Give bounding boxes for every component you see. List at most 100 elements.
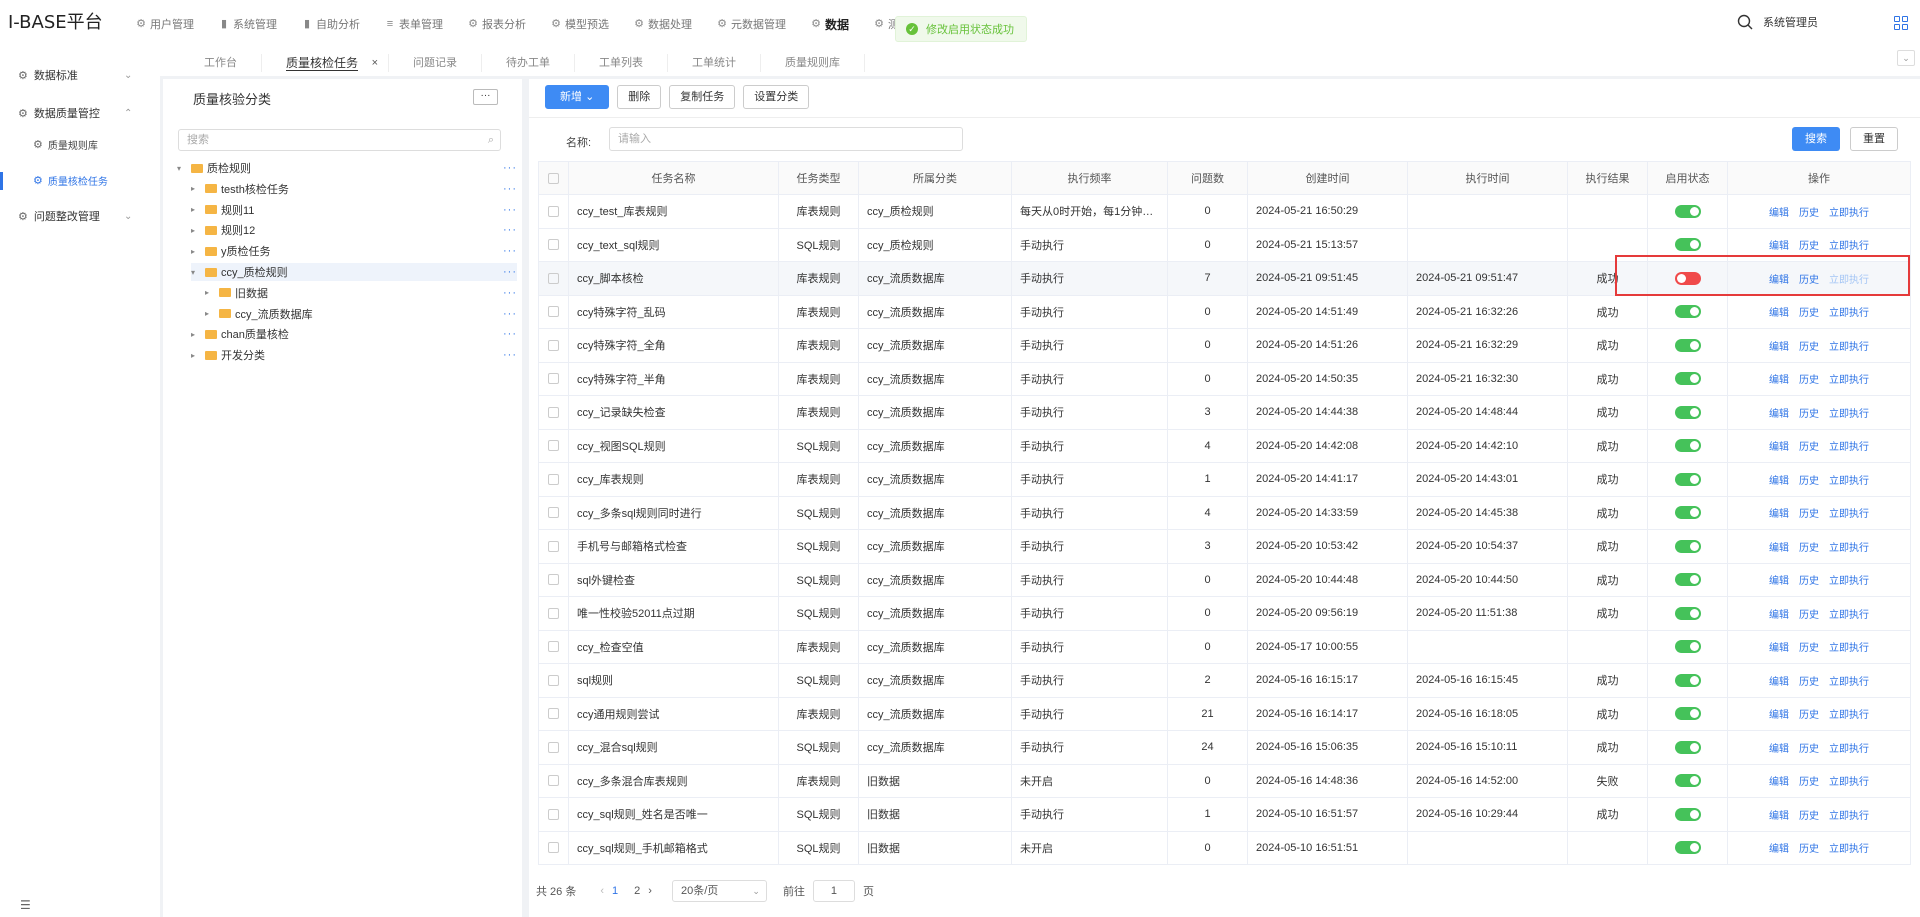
history-link[interactable]: 历史 <box>1799 643 1819 654</box>
enable-toggle[interactable] <box>1674 405 1701 419</box>
tab-item[interactable]: 质量核检任务 × <box>262 54 390 72</box>
enable-toggle[interactable] <box>1674 372 1701 386</box>
row-checkbox[interactable] <box>548 373 559 385</box>
edit-link[interactable]: 编辑 <box>1769 375 1789 386</box>
tabs-dropdown-icon[interactable]: ⌄ <box>1897 50 1915 66</box>
run-now-link[interactable]: 立即执行 <box>1829 476 1869 487</box>
top-menu-item[interactable]: ⚙ 报表分析 <box>467 16 526 32</box>
tab-item[interactable]: 待办工单 <box>482 54 576 72</box>
enable-toggle[interactable] <box>1674 606 1701 620</box>
name-input[interactable]: 请输入 <box>609 127 963 151</box>
run-now-link[interactable]: 立即执行 <box>1829 543 1869 554</box>
run-now-link[interactable]: 立即执行 <box>1829 811 1869 822</box>
row-checkbox[interactable] <box>548 473 559 485</box>
row-checkbox[interactable] <box>548 540 559 552</box>
edit-link[interactable]: 编辑 <box>1769 643 1789 654</box>
enable-toggle[interactable] <box>1674 338 1701 352</box>
row-checkbox[interactable] <box>548 507 559 519</box>
history-link[interactable]: 历史 <box>1799 811 1819 822</box>
caret-right-icon[interactable]: ▸ <box>191 351 201 360</box>
goto-page-input[interactable]: 1 <box>812 880 855 902</box>
page-2[interactable]: 2 <box>634 885 640 897</box>
edit-link[interactable]: 编辑 <box>1769 677 1789 688</box>
history-link[interactable]: 历史 <box>1799 844 1819 855</box>
history-link[interactable]: 历史 <box>1799 710 1819 721</box>
edit-link[interactable]: 编辑 <box>1769 744 1789 755</box>
edit-link[interactable]: 编辑 <box>1769 610 1789 621</box>
tree-node[interactable]: ▾ 质检规则 ··· <box>177 159 517 177</box>
sidebar-item-issue-rectify[interactable]: ⚙ 问题整改管理 ⌄ <box>18 208 132 224</box>
sidebar-item-data-standard[interactable]: ⚙ 数据标准 ⌄ <box>18 67 132 83</box>
history-link[interactable]: 历史 <box>1799 208 1819 219</box>
collapse-menu-icon[interactable]: ☰ <box>20 898 31 912</box>
row-checkbox[interactable] <box>548 574 559 586</box>
caret-right-icon[interactable]: ▸ <box>191 247 201 256</box>
run-now-link[interactable]: 立即执行 <box>1829 710 1869 721</box>
delete-button[interactable]: 删除 <box>617 85 662 109</box>
close-icon[interactable]: × <box>372 54 378 72</box>
edit-link[interactable]: 编辑 <box>1769 543 1789 554</box>
tree-node[interactable]: ▸ y质检任务 ··· <box>191 242 517 260</box>
enable-toggle[interactable] <box>1674 740 1701 754</box>
next-page-icon[interactable]: › <box>648 885 652 897</box>
enable-toggle[interactable] <box>1674 640 1701 654</box>
apps-grid-icon[interactable] <box>1894 16 1908 30</box>
edit-link[interactable]: 编辑 <box>1769 811 1789 822</box>
edit-link[interactable]: 编辑 <box>1769 442 1789 453</box>
caret-right-icon[interactable]: ▸ <box>191 226 201 235</box>
tree-node[interactable]: ▸ chan质量核检 ··· <box>191 325 517 343</box>
tree-node[interactable]: ▾ ccy_质检规则 ··· <box>191 263 517 281</box>
more-button[interactable]: ··· <box>473 89 498 105</box>
run-now-link[interactable]: 立即执行 <box>1829 241 1869 252</box>
enable-toggle[interactable] <box>1674 573 1701 587</box>
enable-toggle[interactable] <box>1674 807 1701 821</box>
row-checkbox[interactable] <box>548 406 559 418</box>
edit-link[interactable]: 编辑 <box>1769 844 1789 855</box>
run-now-link[interactable]: 立即执行 <box>1829 509 1869 520</box>
more-icon[interactable]: ··· <box>503 183 517 195</box>
enable-toggle[interactable] <box>1674 238 1701 252</box>
caret-right-icon[interactable]: ▸ <box>191 330 201 339</box>
edit-link[interactable]: 编辑 <box>1769 777 1789 788</box>
run-now-link[interactable]: 立即执行 <box>1829 777 1869 788</box>
edit-link[interactable]: 编辑 <box>1769 208 1789 219</box>
caret-down-icon[interactable]: ▾ <box>177 164 187 173</box>
top-menu-item[interactable]: ⚙ 元数据管理 <box>716 16 786 32</box>
row-checkbox[interactable] <box>548 808 559 820</box>
top-menu-item[interactable]: ⚙ 数据 <box>810 16 849 32</box>
run-now-link[interactable]: 立即执行 <box>1829 610 1869 621</box>
sidebar-sub-rule-library[interactable]: ⚙ 质量规则库 <box>33 137 98 152</box>
edit-link[interactable]: 编辑 <box>1769 342 1789 353</box>
history-link[interactable]: 历史 <box>1799 777 1819 788</box>
tree-search-input[interactable]: 搜索 ⌕ <box>178 129 501 151</box>
edit-link[interactable]: 编辑 <box>1769 576 1789 587</box>
row-checkbox[interactable] <box>548 205 559 217</box>
page-size-select[interactable]: 20条/页 ⌄ <box>671 880 767 902</box>
history-link[interactable]: 历史 <box>1799 442 1819 453</box>
enable-toggle[interactable] <box>1674 539 1701 553</box>
caret-right-icon[interactable]: ▸ <box>205 288 215 297</box>
reset-button[interactable]: 重置 <box>1850 127 1898 151</box>
run-now-link[interactable]: 立即执行 <box>1829 744 1869 755</box>
row-checkbox[interactable] <box>548 306 559 318</box>
caret-right-icon[interactable]: ▸ <box>191 205 201 214</box>
caret-right-icon[interactable]: ▸ <box>205 309 215 318</box>
history-link[interactable]: 历史 <box>1799 677 1819 688</box>
tab-item[interactable]: 工单统计 <box>668 54 762 72</box>
tree-node[interactable]: ▸ testh核检任务 ··· <box>191 180 517 198</box>
history-link[interactable]: 历史 <box>1799 409 1819 420</box>
caret-down-icon[interactable]: ▾ <box>191 268 201 277</box>
history-link[interactable]: 历史 <box>1799 476 1819 487</box>
run-now-link[interactable]: 立即执行 <box>1829 208 1869 219</box>
more-icon[interactable]: ··· <box>503 204 517 216</box>
run-now-link[interactable]: 立即执行 <box>1829 643 1869 654</box>
add-button[interactable]: 新增 ⌄ <box>545 85 610 109</box>
search-icon[interactable] <box>1737 14 1753 30</box>
tree-node[interactable]: ▸ 开发分类 ··· <box>191 346 517 364</box>
select-all-checkbox[interactable] <box>538 161 569 195</box>
enable-toggle[interactable] <box>1674 673 1701 687</box>
more-icon[interactable]: ··· <box>503 287 517 299</box>
history-link[interactable]: 历史 <box>1799 610 1819 621</box>
run-now-link[interactable]: 立即执行 <box>1829 375 1869 386</box>
history-link[interactable]: 历史 <box>1799 308 1819 319</box>
